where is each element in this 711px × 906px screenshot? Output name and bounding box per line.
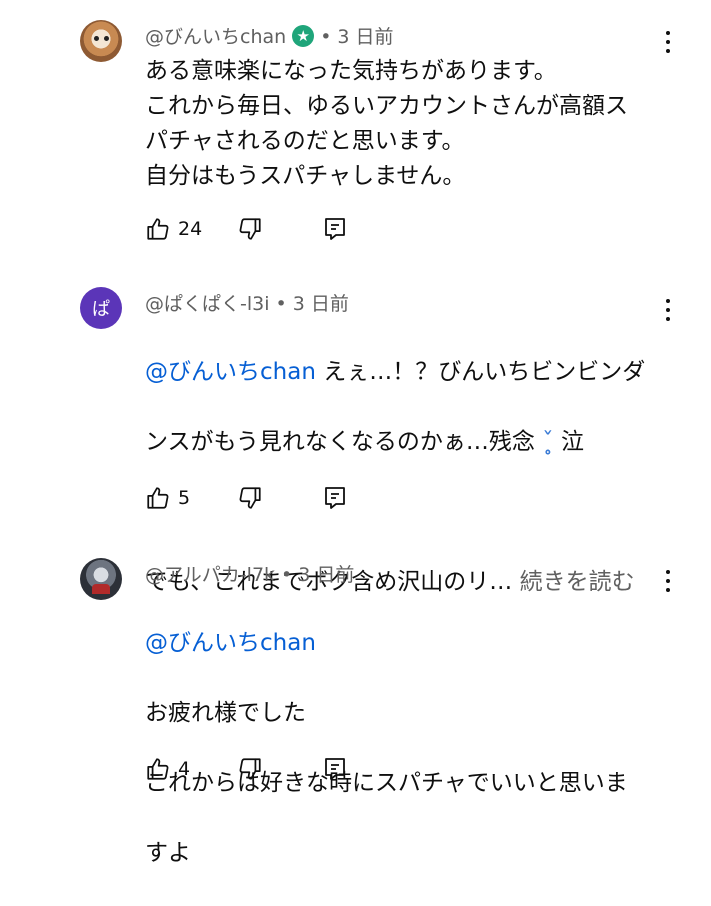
comment-line-text: ンスがもう見れなくなるのかぁ…残念 (145, 429, 543, 455)
comment-line: 自分はもうスパチャしません。 (145, 163, 466, 189)
comment-line-text: えぇ…！？びんいちビンビンダ (315, 359, 646, 385)
more-vert-icon[interactable] (656, 27, 680, 57)
comment-line: パチャされるのだと思います。 (145, 128, 465, 154)
comment-actions: 24 (145, 214, 347, 244)
comment-actions: 4 (145, 754, 347, 784)
like-count: 24 (178, 218, 203, 240)
reply-button[interactable] (323, 216, 347, 242)
reply-icon (325, 218, 346, 240)
dislike-button[interactable] (237, 216, 263, 242)
comment-actions: 5 (145, 483, 347, 513)
comment-meta: @アルパカ-l7k • 3 日前 (145, 560, 354, 587)
comment-line: @びんいちchan えぇ…！？びんいちビンビンダ (145, 355, 665, 390)
author-name[interactable]: @びんいちchan (145, 22, 286, 49)
thumbs-down-icon (239, 218, 261, 240)
comment-text: @びんいちchan えぇ…！？びんいちビンビンダ ンスがもう見れなくなるのかぁ…… (145, 320, 665, 635)
comment-time[interactable]: • 3 日前 (281, 560, 354, 587)
comment-time[interactable]: • 3 日前 (320, 22, 393, 49)
comment-line: これから毎日、ゆるいアカウントさんが高額ス (145, 93, 628, 119)
crying-emoji: ˇ̥̥ (542, 429, 561, 455)
thumbs-up-icon (147, 487, 169, 509)
like-count: 5 (178, 487, 191, 509)
comment-text: @びんいちchan お疲れ様でした これからは好きな時にスパチャでいいと思いま … (145, 591, 665, 906)
star-check-icon: ★ (292, 24, 315, 47)
avatar[interactable]: ぱ (80, 287, 122, 329)
thumbs-down-icon (239, 758, 261, 780)
comment-line: お疲れ様でした (145, 700, 306, 726)
dislike-button[interactable] (237, 756, 263, 782)
author-name[interactable]: @アルパカ-l7k (145, 560, 275, 587)
thumbs-up-icon (147, 218, 169, 240)
avatar[interactable] (80, 558, 122, 600)
comment-line: ある意味楽になった気持ちがあります。 (145, 58, 557, 84)
reply-icon (325, 487, 345, 509)
comment-meta: @ぱくぱく-l3i • 3 日前 (145, 289, 349, 316)
like-button[interactable]: 5 (145, 485, 190, 511)
avatar[interactable] (80, 20, 122, 62)
comment-line: ンスがもう見れなくなるのかぁ…残念 ˇ̥̥ 泣 (145, 425, 665, 460)
comment-text: ある意味楽になった気持ちがあります。これから毎日、ゆるいアカウントさんが高額スパ… (145, 54, 665, 194)
comment-line: @びんいちchan (145, 626, 665, 661)
like-button[interactable]: 24 (145, 216, 202, 242)
comment-line: すよ (145, 840, 191, 866)
comment-line-text: 泣 (560, 429, 584, 455)
reply-button[interactable] (323, 485, 347, 511)
thumbs-up-icon (147, 758, 169, 780)
reply-icon (325, 758, 345, 780)
comment-time[interactable]: • 3 日前 (276, 289, 349, 316)
reply-button[interactable] (323, 756, 347, 782)
thumbs-down-icon (239, 487, 261, 509)
avatar-letter: ぱ (92, 299, 110, 320)
author-name[interactable]: @ぱくぱく-l3i (145, 289, 270, 316)
like-count: 4 (178, 758, 191, 780)
like-button[interactable]: 4 (145, 756, 190, 782)
mention-link[interactable]: @びんいちchan (145, 630, 316, 656)
comment-meta: @びんいちchan ★ • 3 日前 (145, 22, 394, 49)
mention-link[interactable]: @びんいちchan (145, 359, 316, 385)
dislike-button[interactable] (237, 485, 263, 511)
